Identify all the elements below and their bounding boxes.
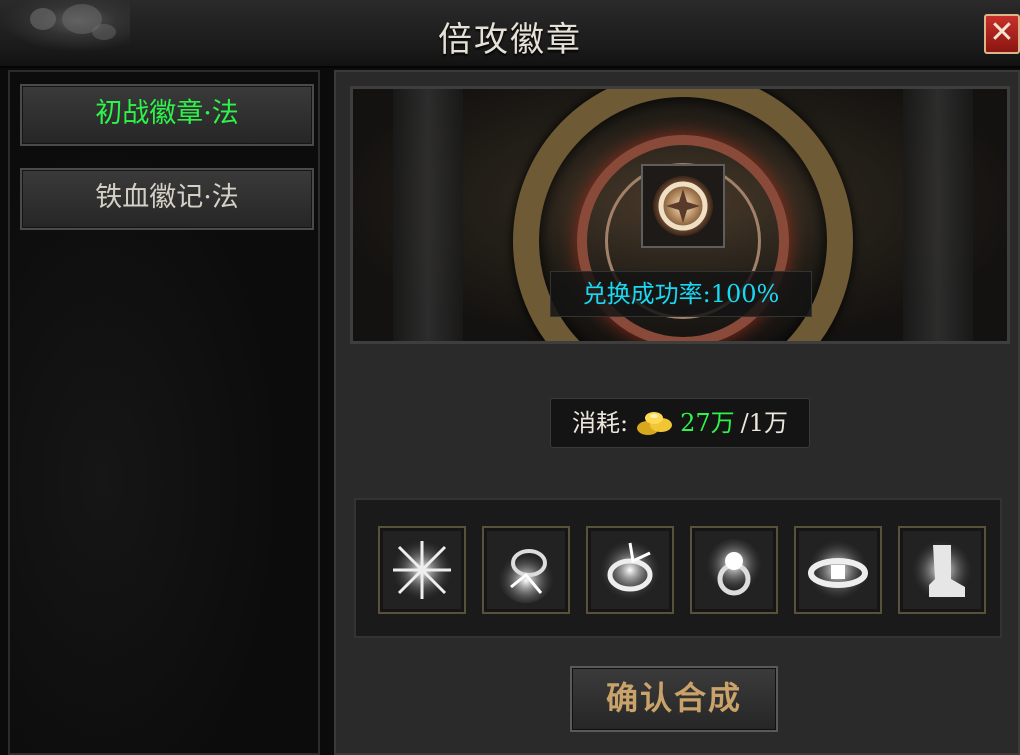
forge-display: 兑换成功率:100% <box>350 86 1010 344</box>
cost-label: 消耗: <box>572 409 629 437</box>
cost-display: 消耗: 27万 /1万 <box>550 398 810 448</box>
material-slot-weapon[interactable] <box>378 526 466 614</box>
sidebar-item-tiexue-badge[interactable]: 铁血徽记·法 <box>20 168 314 230</box>
pillar-decoration <box>903 89 973 341</box>
belt-icon <box>808 540 868 600</box>
cost-required-value: /1万 <box>740 409 788 437</box>
material-slot-ring[interactable] <box>690 526 778 614</box>
material-slot-necklace[interactable] <box>482 526 570 614</box>
badge-icon <box>653 176 713 236</box>
confirm-synthesis-button[interactable]: 确认合成 <box>570 666 778 732</box>
necklace-icon <box>498 547 554 603</box>
ring-icon <box>706 539 762 596</box>
cost-owned-value: 27万 <box>680 409 735 437</box>
material-slot-boots[interactable] <box>898 526 986 614</box>
window-title: 倍攻徽章 <box>438 20 582 60</box>
weapon-icon <box>392 540 452 600</box>
pillar-decoration <box>393 89 463 341</box>
title-bar: 倍攻徽章 ✕ <box>0 0 1020 68</box>
bracelet-icon <box>600 540 660 600</box>
badge-list-panel: 初战徽章·法 铁血徽记·法 <box>8 70 320 755</box>
badge-result-slot[interactable] <box>641 164 725 248</box>
material-slot-bracelet[interactable] <box>586 526 674 614</box>
sidebar-item-chuzhan-badge[interactable]: 初战徽章·法 <box>20 84 314 146</box>
material-slot-belt[interactable] <box>794 526 882 614</box>
material-slots <box>354 498 1002 638</box>
success-rate-label: 兑换成功率:100% <box>550 271 812 317</box>
gold-ingot-icon <box>637 412 673 435</box>
boots-icon <box>912 540 972 600</box>
synthesis-panel: 兑换成功率:100% 消耗: 27万 /1万 确认合成 <box>334 70 1020 755</box>
close-button[interactable]: ✕ <box>984 14 1020 54</box>
